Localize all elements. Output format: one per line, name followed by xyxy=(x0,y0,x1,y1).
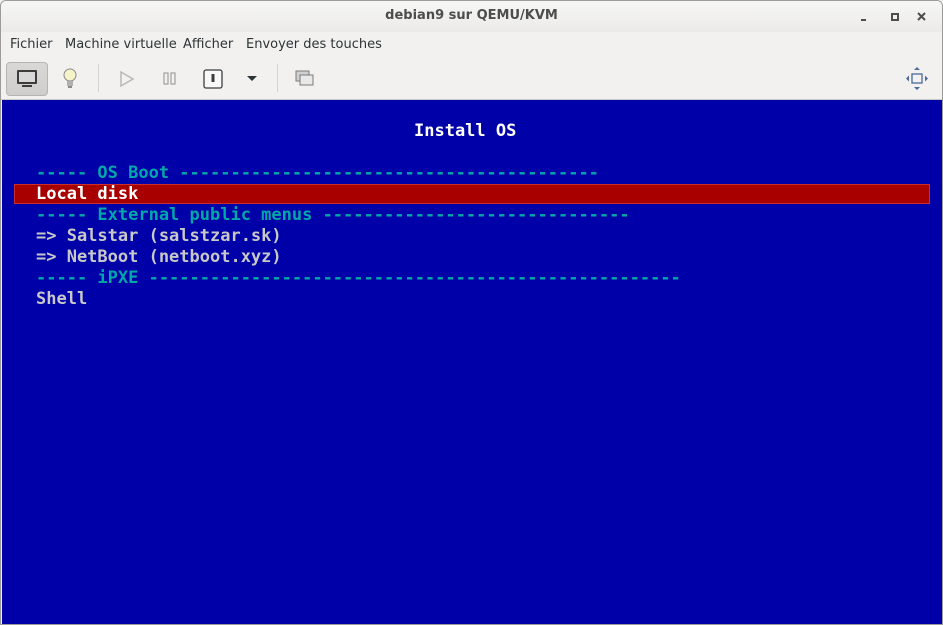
pause-icon xyxy=(163,72,176,85)
shutdown-menu-button[interactable] xyxy=(237,62,267,94)
snapshots-button[interactable] xyxy=(288,62,322,94)
maximize-icon xyxy=(891,13,899,21)
close-button[interactable] xyxy=(914,9,930,25)
monitor-icon xyxy=(17,70,37,87)
vm-window: debian9 sur QEMU/KVM Fichier Machine vir… xyxy=(0,0,943,625)
play-icon xyxy=(120,70,135,88)
title-bar[interactable]: debian9 sur QEMU/KVM xyxy=(1,1,942,32)
vm-console-screen[interactable]: Install OS ----- OS Boot ---------------… xyxy=(2,100,942,624)
chevron-down-icon xyxy=(247,76,257,81)
minimize-icon xyxy=(861,19,866,21)
section-ipxe: ----- iPXE -----------------------------… xyxy=(36,268,681,288)
console-view-button[interactable] xyxy=(6,62,48,96)
menu-envoyer-des-touches[interactable]: Envoyer des touches xyxy=(246,37,382,52)
menu-item-salstar[interactable]: => Salstar (salstzar.sk) xyxy=(36,226,282,246)
toolbar-separator xyxy=(98,64,99,92)
power-icon xyxy=(203,69,223,89)
pause-button[interactable] xyxy=(153,62,187,94)
close-icon xyxy=(917,12,926,21)
fullscreen-icon xyxy=(906,67,928,90)
menu-item-local-disk[interactable]: Local disk xyxy=(36,184,138,204)
lightbulb-icon xyxy=(63,68,77,88)
maximize-button[interactable] xyxy=(887,9,903,25)
console-title: Install OS xyxy=(414,121,517,141)
section-external-public-menus: ----- External public menus ------------… xyxy=(36,205,630,225)
menu-fichier[interactable]: Fichier xyxy=(10,37,53,52)
section-os-boot: ----- OS Boot --------------------------… xyxy=(36,163,599,183)
menu-item-shell[interactable]: Shell xyxy=(36,289,87,309)
menu-machine-virtuelle[interactable]: Machine virtuelle xyxy=(65,37,177,52)
menu-item-netboot[interactable]: => NetBoot (netboot.xyz) xyxy=(36,247,282,267)
menu-afficher[interactable]: Afficher xyxy=(183,37,233,52)
toolbar xyxy=(1,58,942,100)
toolbar-separator xyxy=(277,64,278,92)
window-title: debian9 sur QEMU/KVM xyxy=(385,8,558,23)
snapshots-icon xyxy=(295,70,314,86)
selected-item-highlight xyxy=(14,184,930,204)
menu-bar: Fichier Machine virtuelle Afficher Envoy… xyxy=(1,32,942,59)
run-button[interactable] xyxy=(109,62,143,94)
minimize-button[interactable] xyxy=(856,9,872,25)
fullscreen-button[interactable] xyxy=(900,62,934,94)
details-view-button[interactable] xyxy=(53,62,87,94)
shutdown-button[interactable] xyxy=(196,62,230,94)
